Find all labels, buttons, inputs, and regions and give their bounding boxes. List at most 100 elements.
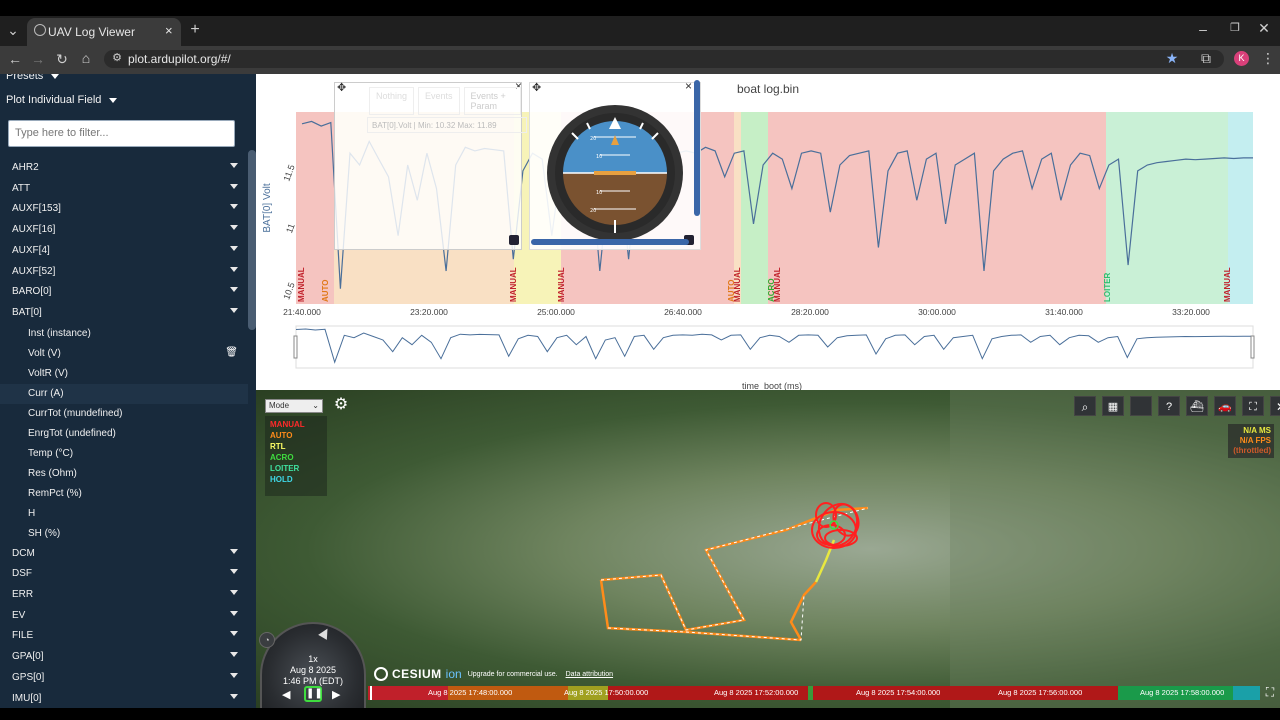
field-item[interactable]: DSF: [0, 564, 248, 584]
back-icon[interactable]: ←: [5, 51, 25, 67]
chevron-down-icon: [230, 590, 238, 595]
field-item-label: AHR2: [12, 162, 39, 173]
field-item[interactable]: AUXF[4]: [0, 241, 248, 261]
chevron-down-icon: [230, 245, 238, 251]
restore-icon[interactable]: ❐: [1225, 21, 1245, 34]
subfield-item[interactable]: EnrgTot (undefined): [0, 424, 248, 444]
omnibox[interactable]: [104, 50, 1224, 68]
field-item[interactable]: ERR: [0, 585, 248, 605]
field-item[interactable]: AHR2: [0, 158, 248, 178]
attitude-vertical-slider[interactable]: [694, 80, 700, 216]
mode-label: MANUAL: [509, 267, 518, 302]
pitch-tick-label: 20: [590, 136, 596, 142]
cesium-map[interactable]: Mode ⌄ ⚙ MANUAL AUTO RTL ACRO LOITER HOLD ⌕ ▦…: [256, 390, 1280, 708]
attitude-close-icon[interactable]: ×: [685, 79, 692, 93]
window-close-icon[interactable]: ✕: [1254, 20, 1274, 37]
play-forward-icon[interactable]: ▶: [332, 688, 340, 701]
subfield-item[interactable]: Temp (°C): [0, 444, 248, 464]
timeline[interactable]: Aug 8 2025 17:48:00.000 Aug 8 2025 17:50:…: [368, 686, 1260, 700]
nothing-button[interactable]: Nothing: [369, 87, 415, 115]
sidebar-scrollbar[interactable]: [248, 150, 256, 330]
profile-avatar[interactable]: K: [1234, 51, 1249, 66]
browser-menu-icon[interactable]: ⋮: [1258, 50, 1278, 67]
field-item[interactable]: AUXF[153]: [0, 199, 248, 219]
home-icon[interactable]: ⌂: [76, 50, 96, 66]
reload-icon[interactable]: ↻: [52, 51, 72, 68]
pause-icon[interactable]: ❚❚: [304, 686, 323, 702]
cesium-logo-text: CESIUM: [392, 667, 442, 681]
events-param-button[interactable]: Events + Param: [463, 87, 521, 115]
field-item[interactable]: GPA[0]: [0, 647, 248, 667]
range-handle-left[interactable]: [293, 335, 298, 359]
range-handle-right[interactable]: [1250, 335, 1255, 359]
forward-icon[interactable]: →: [28, 51, 48, 67]
field-item[interactable]: FILE: [0, 626, 248, 646]
subfield-item[interactable]: Curr (A): [0, 383, 248, 404]
chevron-down-icon: [230, 631, 238, 637]
base-layer-icon[interactable]: ▦: [1102, 396, 1124, 416]
boat-icon[interactable]: ⛴: [1186, 396, 1208, 416]
data-attribution-link[interactable]: Data attribution: [566, 671, 613, 678]
bookmark-star-icon[interactable]: ★: [1162, 50, 1182, 67]
x-tick-label: 21:40.000: [283, 307, 321, 317]
timeline-cursor[interactable]: [370, 686, 372, 700]
close-map-icon[interactable]: ✕: [1270, 396, 1280, 416]
subfield-item[interactable]: RemPct (%): [0, 484, 248, 504]
attitude-horizontal-slider[interactable]: [531, 239, 689, 245]
chevron-down-icon: [230, 569, 238, 575]
field-item[interactable]: IMU[0]: [0, 689, 248, 709]
field-item-label: AUXF[16]: [12, 224, 56, 236]
events-button[interactable]: Events: [418, 87, 460, 115]
field-item[interactable]: BARO[0]: [0, 282, 248, 302]
events-resize-handle[interactable]: [509, 235, 519, 245]
field-item[interactable]: AUXF[16]: [0, 220, 248, 240]
drag-handle-icon[interactable]: ✥: [337, 81, 346, 94]
play-reverse-icon[interactable]: ◀: [282, 688, 290, 701]
timeline-fullscreen-icon[interactable]: ⛶: [1262, 685, 1278, 701]
settings-gear-icon[interactable]: ⚙: [332, 396, 350, 414]
subfield-item[interactable]: CurrTot (mundefined): [0, 404, 248, 424]
filter-input[interactable]: Type here to filter...: [8, 120, 235, 147]
field-item-label: AUXF[4]: [12, 244, 50, 256]
subfield-item[interactable]: SH (%): [0, 524, 248, 544]
fullscreen-icon[interactable]: ⛶: [1242, 396, 1264, 416]
chevron-down-icon: [230, 610, 238, 616]
shuttle-ring-icon[interactable]: ◔: [259, 632, 275, 648]
blank-tool-icon[interactable]: [1130, 396, 1152, 416]
attitude-indicator-icon: 20 10 10 20: [547, 105, 683, 241]
chart-title: boat log.bin: [737, 82, 799, 96]
presets-header[interactable]: Presets: [6, 74, 60, 82]
plot-field-header[interactable]: Plot Individual Field: [6, 94, 118, 106]
browser-tab[interactable]: UAV Log Viewer ×: [27, 18, 181, 46]
mode-select[interactable]: Mode ⌄: [265, 399, 323, 413]
tab-close-icon[interactable]: ×: [165, 23, 173, 38]
subfield-item-label: EnrgTot (undefined): [28, 427, 116, 439]
field-item[interactable]: BAT[0]: [0, 303, 248, 323]
search-icon[interactable]: ⌕: [1074, 396, 1096, 416]
field-item[interactable]: GPS[0]: [0, 668, 248, 688]
car-icon[interactable]: 🚗: [1214, 396, 1236, 416]
subfield-item[interactable]: Inst (instance): [0, 324, 248, 344]
attitude-drag-handle-icon[interactable]: ✥: [532, 81, 541, 94]
subfield-item[interactable]: Res (Ohm): [0, 464, 248, 484]
tab-search-icon[interactable]: ⌄: [3, 22, 23, 39]
timeline-label: Aug 8 2025 17:48:00.000: [428, 688, 513, 697]
minimize-icon[interactable]: –: [1193, 21, 1213, 37]
extensions-icon[interactable]: ⧉: [1196, 50, 1216, 67]
subfield-item[interactable]: Volt (V) 🗑: [0, 344, 248, 364]
trash-icon[interactable]: 🗑: [225, 347, 238, 358]
new-tab-icon[interactable]: +: [185, 21, 205, 39]
subfield-item[interactable]: VoltR (V): [0, 364, 248, 384]
clock-readout: 1x Aug 8 2025 1:46 PM (EDT): [262, 654, 364, 687]
help-icon[interactable]: ?: [1158, 396, 1180, 416]
field-item[interactable]: DCM: [0, 544, 248, 564]
field-item[interactable]: EV: [0, 606, 248, 626]
range-slider[interactable]: [295, 325, 1254, 369]
field-item[interactable]: AUXF[52]: [0, 262, 248, 282]
field-item[interactable]: ATT: [0, 179, 248, 199]
events-buttons: Nothing Events Events + Param: [369, 87, 521, 115]
site-info-icon[interactable]: ⚙: [107, 51, 127, 64]
url-text[interactable]: plot.ardupilot.org/#/: [128, 52, 231, 66]
subfield-item-label: Res (Ohm): [28, 467, 77, 479]
subfield-item[interactable]: H: [0, 504, 248, 524]
